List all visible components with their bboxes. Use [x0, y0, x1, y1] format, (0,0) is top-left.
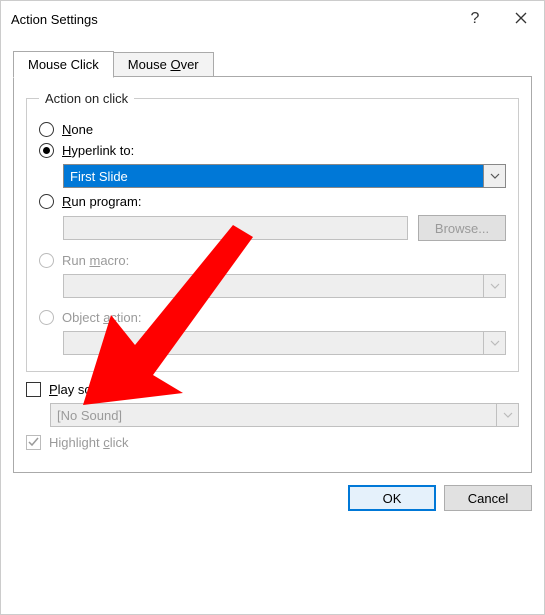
play-sound-row: Play sound: — [26, 382, 519, 397]
dialog-buttons: OK Cancel — [13, 485, 532, 511]
tab-label: Mouse Over — [128, 57, 199, 72]
tab-mouse-over[interactable]: Mouse Over — [113, 52, 214, 77]
object-action-combo-wrap — [63, 331, 506, 355]
chevron-down-icon — [483, 332, 505, 354]
close-button[interactable] — [498, 4, 544, 34]
radio-hyperlink-label[interactable]: Hyperlink to: — [62, 143, 134, 158]
radio-run-macro-label: Run macro: — [62, 253, 129, 268]
chevron-down-icon — [496, 404, 518, 426]
tab-mouse-click[interactable]: Mouse Click — [13, 51, 114, 78]
object-action-value — [64, 332, 483, 354]
checkbox-play-sound[interactable] — [26, 382, 41, 397]
radio-run-program-label[interactable]: Run program: — [62, 194, 141, 209]
checkbox-highlight-click — [26, 435, 41, 450]
highlight-click-row: Highlight click — [26, 435, 519, 450]
cancel-button[interactable]: Cancel — [444, 485, 532, 511]
radio-run-program[interactable] — [39, 194, 54, 209]
hyperlink-value: First Slide — [64, 165, 483, 187]
title-bar: Action Settings ? — [1, 1, 544, 37]
hyperlink-combobox[interactable]: First Slide — [63, 164, 506, 188]
action-settings-dialog: Action Settings ? Mouse Click Mouse Over… — [0, 0, 545, 615]
play-sound-combo-wrap: [No Sound] — [50, 403, 519, 427]
run-macro-combobox — [63, 274, 506, 298]
help-button[interactable]: ? — [452, 4, 498, 34]
radio-none[interactable] — [39, 122, 54, 137]
run-macro-combo-wrap — [63, 274, 506, 298]
run-macro-value — [64, 275, 483, 297]
action-on-click-group: Action on click None Hyperlink to: First… — [26, 91, 519, 372]
radio-none-label[interactable]: None — [62, 122, 93, 137]
close-icon — [515, 11, 527, 27]
run-program-controls: Browse... — [63, 215, 506, 241]
highlight-click-label: Highlight click — [49, 435, 128, 450]
dialog-content: Mouse Click Mouse Over Action on click N… — [1, 37, 544, 523]
dialog-title: Action Settings — [11, 12, 98, 27]
object-action-combobox — [63, 331, 506, 355]
option-none-row: None — [39, 122, 506, 137]
radio-run-macro — [39, 253, 54, 268]
radio-object-action — [39, 310, 54, 325]
option-object-action-row: Object action: — [39, 310, 506, 325]
group-legend: Action on click — [39, 91, 134, 106]
play-sound-combobox: [No Sound] — [50, 403, 519, 427]
radio-hyperlink[interactable] — [39, 143, 54, 158]
browse-button: Browse... — [418, 215, 506, 241]
tab-label: Mouse Click — [28, 57, 99, 72]
hyperlink-combo-wrap: First Slide — [63, 164, 506, 188]
option-run-program-row: Run program: — [39, 194, 506, 209]
help-icon: ? — [471, 10, 480, 28]
option-run-macro-row: Run macro: — [39, 253, 506, 268]
run-program-input — [63, 216, 408, 240]
tab-panel: Action on click None Hyperlink to: First… — [13, 77, 532, 473]
ok-button[interactable]: OK — [348, 485, 436, 511]
tab-strip: Mouse Click Mouse Over — [13, 51, 532, 77]
radio-object-action-label: Object action: — [62, 310, 142, 325]
option-hyperlink-row: Hyperlink to: — [39, 143, 506, 158]
play-sound-value: [No Sound] — [51, 404, 496, 426]
chevron-down-icon — [483, 275, 505, 297]
chevron-down-icon[interactable] — [483, 165, 505, 187]
play-sound-label[interactable]: Play sound: — [49, 382, 117, 397]
